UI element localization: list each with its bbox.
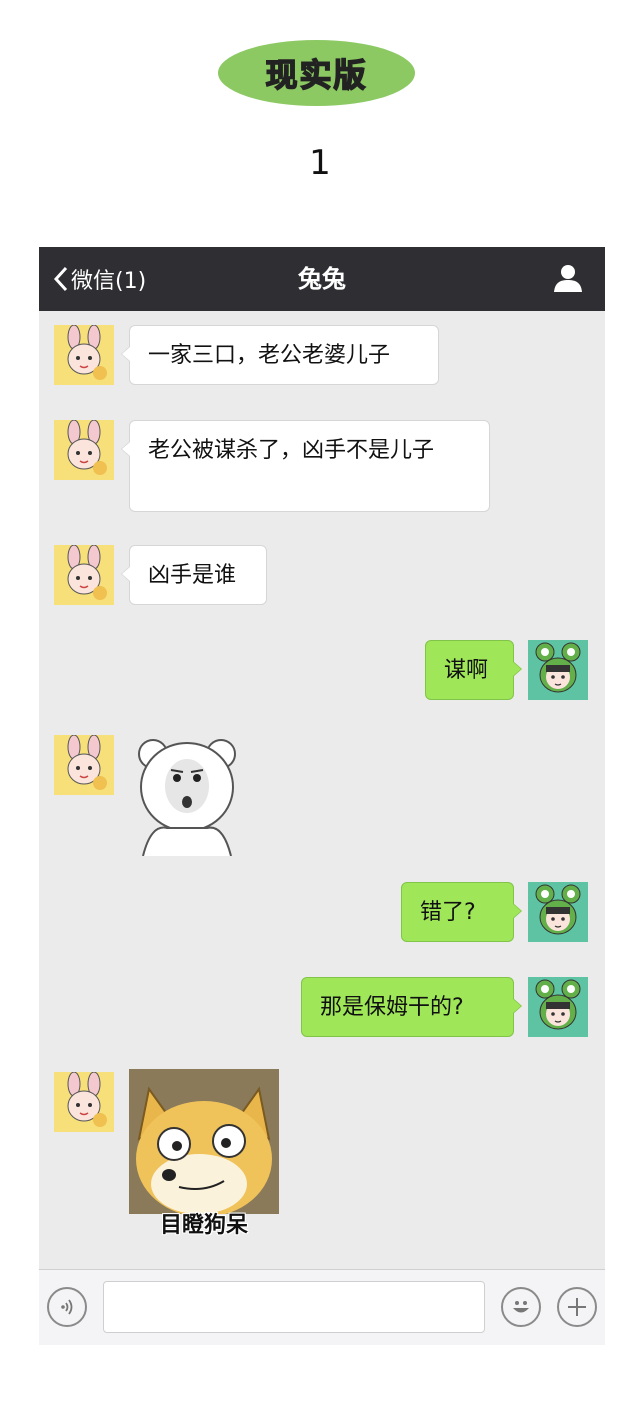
bunny-avatar[interactable] — [54, 420, 114, 480]
message-bubble-incoming[interactable]: 凶手是谁 — [121, 545, 267, 605]
message-text: 凶手是谁 — [148, 563, 237, 588]
sticker-caption: 目瞪狗呆 — [159, 1213, 248, 1238]
frog-avatar[interactable] — [528, 640, 588, 700]
message-bubble-incoming[interactable]: 老公被谋杀了，凶手不是儿子 — [121, 420, 490, 512]
message-text: 那是保姆干的? — [320, 995, 464, 1020]
bunny-avatar[interactable] — [54, 1072, 114, 1132]
message-input[interactable] — [103, 1281, 485, 1333]
message-bubble-outgoing[interactable]: 那是保姆干的? — [301, 977, 522, 1037]
doge-sticker[interactable]: 目瞪狗呆 — [129, 1069, 279, 1239]
voice-button[interactable] — [47, 1287, 87, 1327]
emoji-button[interactable] — [501, 1287, 541, 1327]
badge-label: 现实版 — [265, 55, 368, 95]
message-bubble-incoming[interactable]: 一家三口，老公老婆儿子 — [121, 325, 439, 385]
message-text: 老公被谋杀了，凶手不是儿子 — [148, 438, 435, 463]
plus-button[interactable] — [557, 1287, 597, 1327]
frog-avatar[interactable] — [528, 977, 588, 1037]
chat-screen: 微信(1) 兔兔 一家三口，老公老婆儿子 老公被谋杀了，凶手不是儿子 凶手是谁 … — [39, 247, 605, 1345]
person-icon[interactable] — [553, 263, 583, 293]
title-badge: 现实版 — [218, 40, 415, 106]
message-text: 谋啊 — [444, 658, 489, 683]
shocked-bear-sticker[interactable] — [131, 732, 243, 857]
input-bar — [39, 1269, 605, 1345]
voice-icon — [61, 1299, 73, 1315]
chat-title: 兔兔 — [298, 265, 346, 293]
bunny-avatar[interactable] — [54, 325, 114, 385]
bunny-avatar[interactable] — [54, 545, 114, 605]
plus-icon — [568, 1298, 586, 1316]
frog-avatar[interactable] — [528, 882, 588, 942]
message-bubble-outgoing[interactable]: 谋啊 — [425, 640, 522, 700]
message-text: 错了? — [420, 900, 476, 925]
message-bubble-outgoing[interactable]: 错了? — [401, 882, 522, 942]
emoji-icon — [513, 1301, 529, 1313]
nav-bar: 微信(1) 兔兔 — [39, 247, 605, 311]
message-text: 一家三口，老公老婆儿子 — [148, 343, 391, 368]
bunny-avatar[interactable] — [54, 735, 114, 795]
page-number: 1 — [309, 143, 331, 183]
